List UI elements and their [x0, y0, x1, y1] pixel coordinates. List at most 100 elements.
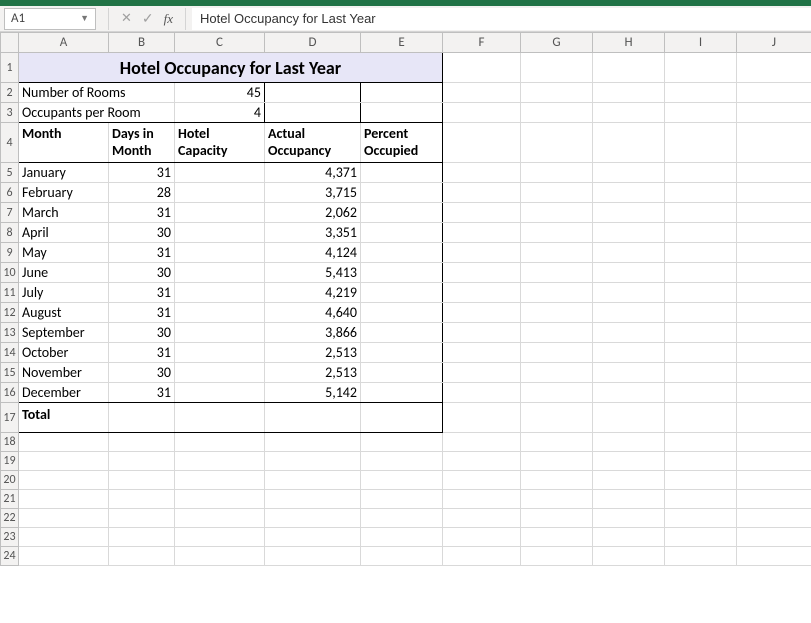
row-header[interactable]: 4: [1, 123, 19, 163]
row-header[interactable]: 15: [1, 363, 19, 383]
formula-input[interactable]: [192, 8, 811, 30]
cell[interactable]: [443, 303, 521, 323]
cell[interactable]: [443, 433, 521, 452]
cell[interactable]: [175, 223, 265, 243]
row-header[interactable]: 21: [1, 490, 19, 509]
cell[interactable]: [593, 403, 665, 433]
cell[interactable]: [665, 433, 737, 452]
cell[interactable]: 45: [175, 83, 265, 103]
cell[interactable]: [361, 203, 443, 223]
cell[interactable]: [175, 263, 265, 283]
cell[interactable]: [361, 383, 443, 403]
row-header[interactable]: 10: [1, 263, 19, 283]
cell[interactable]: [19, 509, 109, 528]
cell[interactable]: [521, 103, 593, 123]
cell[interactable]: [443, 223, 521, 243]
row-header[interactable]: 18: [1, 433, 19, 452]
cell[interactable]: [443, 183, 521, 203]
cell[interactable]: [593, 83, 665, 103]
cell[interactable]: [19, 452, 109, 471]
cell[interactable]: 4,371: [265, 163, 361, 183]
cell[interactable]: [175, 383, 265, 403]
cell[interactable]: Number of Rooms: [19, 83, 175, 103]
cell[interactable]: [521, 403, 593, 433]
cell[interactable]: [265, 403, 361, 433]
cell[interactable]: 4,640: [265, 303, 361, 323]
cell[interactable]: September: [19, 323, 109, 343]
cell[interactable]: [665, 509, 737, 528]
cell[interactable]: [737, 283, 811, 303]
col-header[interactable]: B: [109, 33, 175, 53]
cell[interactable]: 30: [109, 363, 175, 383]
cell[interactable]: [593, 383, 665, 403]
cell[interactable]: [443, 547, 521, 566]
cell[interactable]: [665, 403, 737, 433]
cell[interactable]: Occupants per Room: [19, 103, 175, 123]
cell[interactable]: [665, 528, 737, 547]
cell[interactable]: [665, 123, 737, 163]
cell[interactable]: January: [19, 163, 109, 183]
cell[interactable]: [175, 323, 265, 343]
select-all[interactable]: [1, 33, 19, 53]
cell[interactable]: [593, 263, 665, 283]
cell[interactable]: October: [19, 343, 109, 363]
cell[interactable]: [175, 343, 265, 363]
cell[interactable]: [443, 383, 521, 403]
cell[interactable]: [175, 528, 265, 547]
cell[interactable]: [521, 163, 593, 183]
cell[interactable]: [175, 433, 265, 452]
cell[interactable]: 31: [109, 203, 175, 223]
cell[interactable]: [361, 403, 443, 433]
cell[interactable]: [443, 528, 521, 547]
cell[interactable]: [361, 547, 443, 566]
cell[interactable]: [443, 471, 521, 490]
cell[interactable]: [665, 243, 737, 263]
cell[interactable]: [593, 183, 665, 203]
cell[interactable]: Month: [19, 123, 109, 163]
cell[interactable]: 4,124: [265, 243, 361, 263]
cell[interactable]: 3,715: [265, 183, 361, 203]
cell[interactable]: 2,513: [265, 343, 361, 363]
cell[interactable]: [175, 471, 265, 490]
cell[interactable]: [109, 403, 175, 433]
cell[interactable]: [265, 471, 361, 490]
cell[interactable]: [175, 490, 265, 509]
cell[interactable]: [175, 163, 265, 183]
cell[interactable]: [737, 163, 811, 183]
cell[interactable]: [593, 343, 665, 363]
row-header[interactable]: 23: [1, 528, 19, 547]
cell[interactable]: [521, 183, 593, 203]
row-header[interactable]: 13: [1, 323, 19, 343]
fx-icon[interactable]: fx: [160, 11, 179, 27]
cell[interactable]: [265, 103, 361, 123]
cell[interactable]: [737, 223, 811, 243]
cell[interactable]: [665, 547, 737, 566]
cell[interactable]: [665, 383, 737, 403]
cell[interactable]: 31: [109, 343, 175, 363]
cell[interactable]: [521, 509, 593, 528]
col-header[interactable]: I: [665, 33, 737, 53]
cell[interactable]: [175, 283, 265, 303]
cell[interactable]: [109, 490, 175, 509]
row-header[interactable]: 2: [1, 83, 19, 103]
cell[interactable]: [737, 528, 811, 547]
cell[interactable]: [175, 509, 265, 528]
cell[interactable]: [521, 223, 593, 243]
cell[interactable]: [665, 183, 737, 203]
cell[interactable]: [361, 103, 443, 123]
cell[interactable]: [593, 323, 665, 343]
cell[interactable]: [665, 471, 737, 490]
name-box[interactable]: A1 ▼: [4, 8, 96, 30]
cell[interactable]: [443, 343, 521, 363]
cell[interactable]: [521, 203, 593, 223]
cell[interactable]: [175, 452, 265, 471]
cell[interactable]: [593, 203, 665, 223]
col-header[interactable]: A: [19, 33, 109, 53]
row-header[interactable]: 17: [1, 403, 19, 433]
cell[interactable]: [665, 283, 737, 303]
col-header[interactable]: D: [265, 33, 361, 53]
chevron-down-icon[interactable]: ▼: [80, 13, 89, 24]
cell[interactable]: [593, 490, 665, 509]
cell[interactable]: [521, 83, 593, 103]
cell[interactable]: [361, 343, 443, 363]
